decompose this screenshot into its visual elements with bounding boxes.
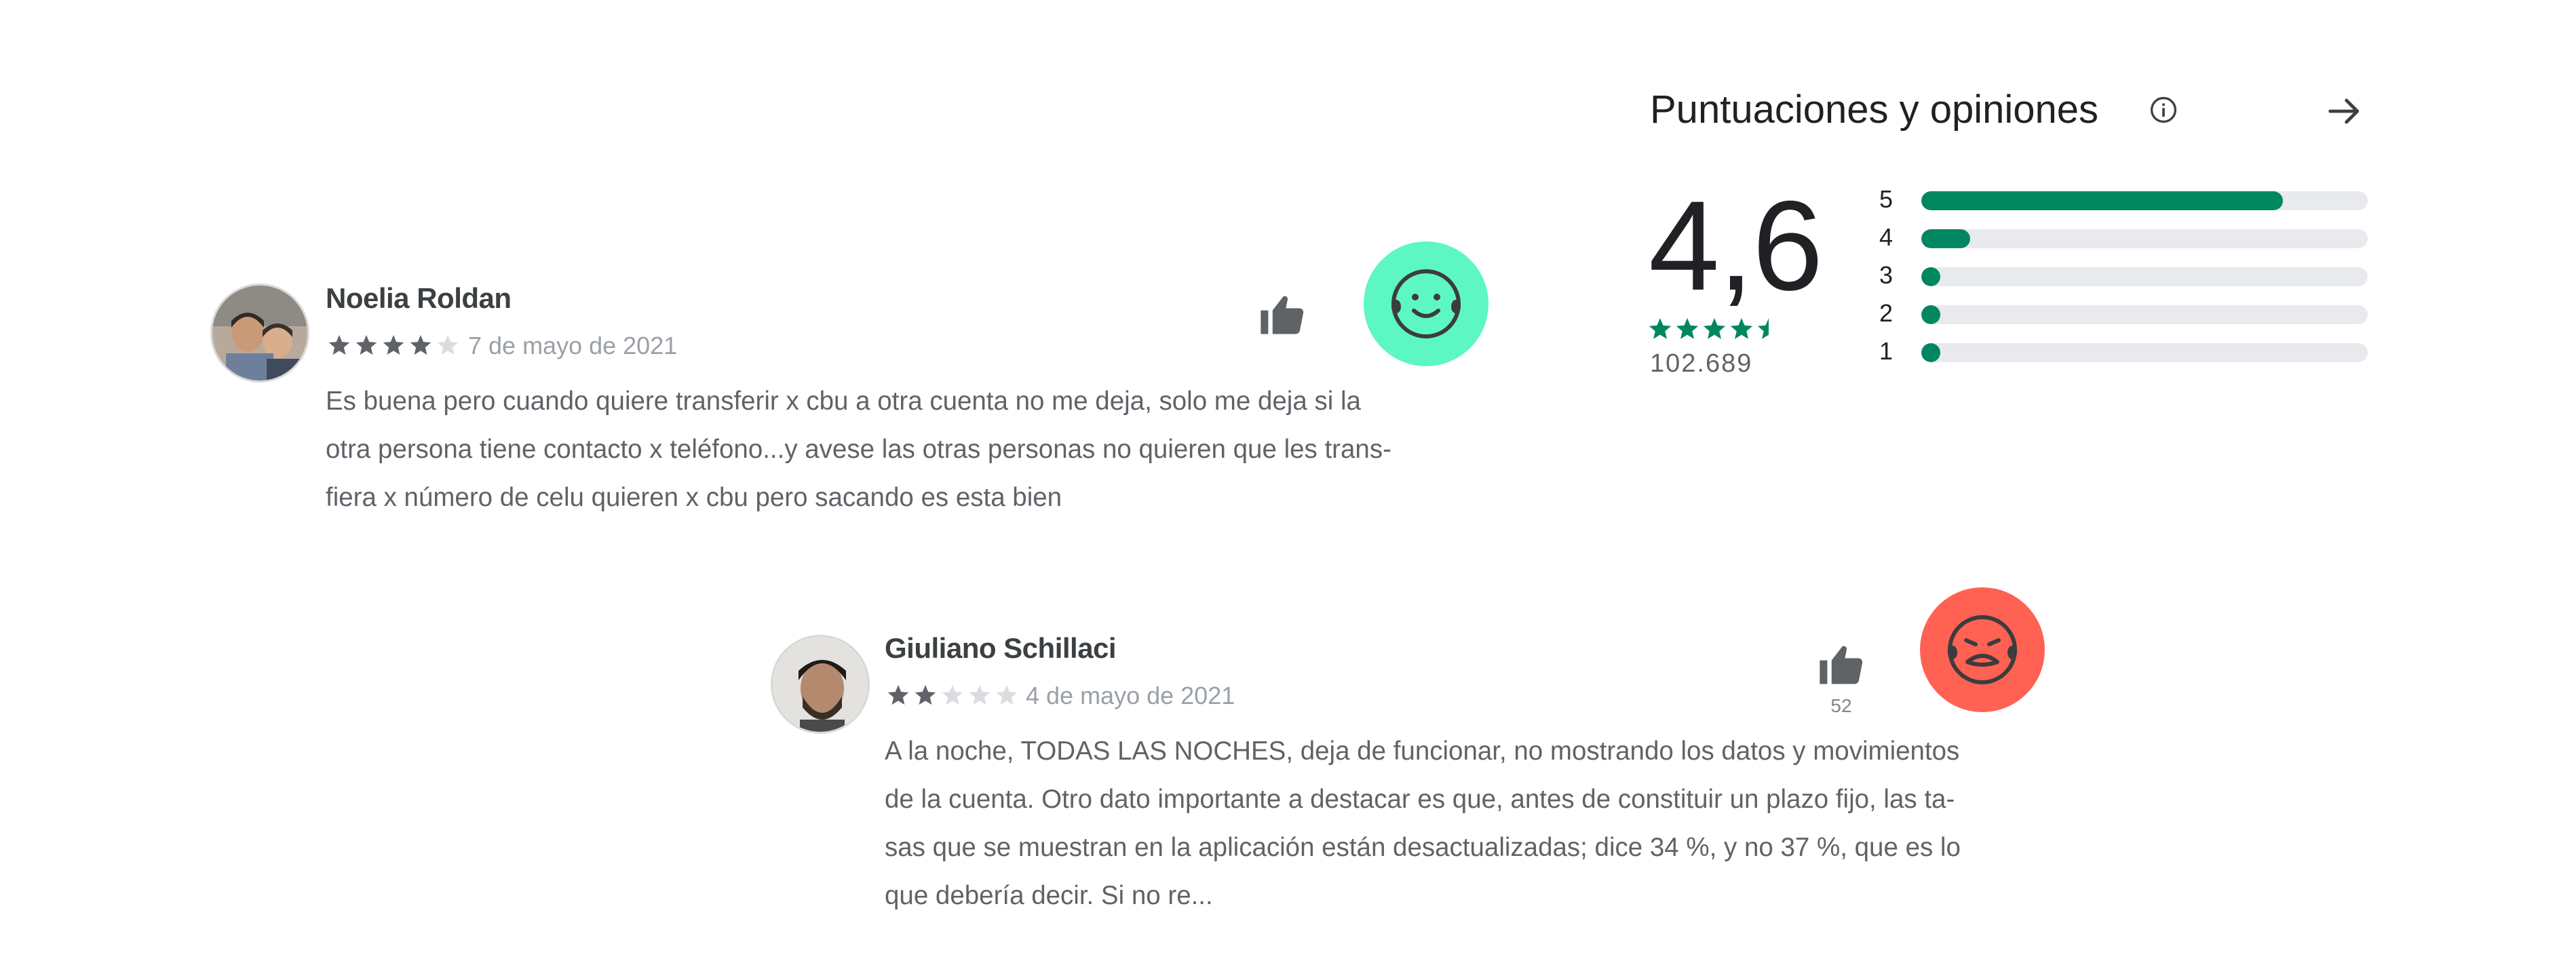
- star-icon: [942, 685, 963, 705]
- histogram-label: 3: [1879, 261, 1893, 289]
- histogram-label: 2: [1879, 299, 1893, 327]
- histogram-bar: [1921, 267, 1940, 286]
- reviewer-name: Giuliano Schillaci: [885, 632, 1117, 664]
- star-icon: [1649, 318, 1672, 339]
- histogram-row: 2: [1879, 298, 2368, 328]
- happy-face-icon: [1364, 241, 1488, 366]
- star-icon: [887, 685, 909, 705]
- star-icon: [996, 685, 1018, 705]
- avatar: [210, 283, 309, 383]
- star-icon: [355, 335, 377, 355]
- review-text-line: fiera x número de celu quieren x cbu per…: [326, 483, 1062, 512]
- ratings-title: Puntuaciones y opiniones: [1650, 87, 2099, 132]
- sad-face-icon: [1920, 587, 2045, 712]
- histogram-track: [1921, 229, 2368, 248]
- histogram-row: 1: [1879, 336, 2368, 366]
- reviewer-name: Noelia Roldan: [326, 282, 512, 314]
- histogram-row: 3: [1879, 260, 2368, 290]
- star-icon: [410, 335, 431, 355]
- arrow-right-icon[interactable]: [2323, 90, 2366, 133]
- histogram-bar: [1921, 305, 1940, 324]
- thumbs-up-icon[interactable]: [1815, 639, 1867, 690]
- star-icon: [969, 685, 991, 705]
- star-icon: [383, 335, 404, 355]
- review-text-line: A la noche, TODAS LAS NOCHES, deja de fu…: [885, 737, 1960, 766]
- star-icon: [328, 335, 350, 355]
- review-text-line: sas que se muestran en la aplicación est…: [885, 833, 1961, 862]
- review-text: A la noche, TODAS LAS NOCHES, deja de fu…: [885, 727, 1961, 920]
- review-star-rating: [887, 685, 1018, 705]
- histogram-label: 4: [1879, 223, 1893, 251]
- star-icon: [1703, 318, 1726, 339]
- thumbs-up-icon[interactable]: [1256, 289, 1308, 340]
- histogram-label: 5: [1879, 185, 1893, 213]
- histogram-track: [1921, 343, 2368, 362]
- star-icon: [1730, 318, 1753, 339]
- histogram-bar: [1921, 191, 2283, 210]
- avatar: [771, 635, 870, 734]
- average-score: 4,6: [1649, 174, 1823, 317]
- review-date: 7 de mayo de 2021: [468, 332, 678, 359]
- review-text-line: otra persona tiene contacto x teléfono..…: [326, 435, 1391, 464]
- review-star-rating: [328, 335, 459, 355]
- histogram-row: 4: [1879, 222, 2368, 252]
- star-icon: [437, 335, 459, 355]
- histogram-track: [1921, 267, 2368, 286]
- info-icon[interactable]: [2149, 95, 2178, 125]
- rating-count: 102.689: [1650, 349, 1753, 378]
- review-date: 4 de mayo de 2021: [1026, 682, 1235, 709]
- helpful-count: 52: [1830, 695, 1852, 716]
- star-icon: [915, 685, 936, 705]
- star-icon: [1676, 318, 1699, 339]
- histogram-track: [1921, 305, 2368, 324]
- review-text: Es buena pero cuando quiere transferir x…: [326, 377, 1391, 522]
- histogram-bar: [1921, 229, 1971, 248]
- histogram-row: 5: [1879, 184, 2368, 214]
- review-text-line: de la cuenta. Otro dato importante a des…: [885, 785, 1955, 814]
- histogram-label: 1: [1879, 337, 1893, 365]
- review-text-line: Es buena pero cuando quiere transferir x…: [326, 387, 1361, 416]
- average-rating-stars: [1649, 318, 1780, 339]
- histogram-bar: [1921, 343, 1940, 362]
- review-text-line: que debería decir. Si no re...: [885, 881, 1213, 910]
- histogram-track: [1921, 191, 2368, 210]
